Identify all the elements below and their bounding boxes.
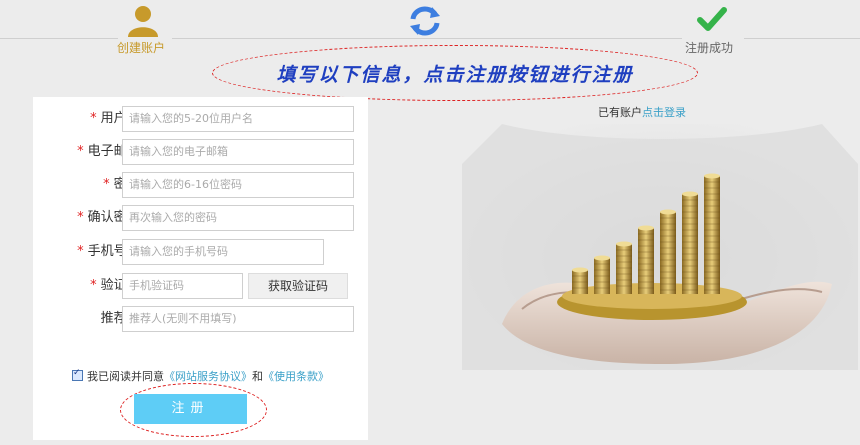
email-row: * 电子邮箱: 请输入您的电子邮箱 [33,139,368,165]
confirm-password-input[interactable]: 再次输入您的密码 [122,205,354,231]
required-mark: * [90,111,97,126]
refresh-icon [408,5,442,41]
progress-line [744,38,860,39]
user-icon [125,4,161,42]
agree-and-text: 和 [252,370,263,383]
confirm-password-row: * 确认密码: 再次输入您的密码 [33,205,368,231]
email-input[interactable]: 请输入您的电子邮箱 [122,139,354,165]
instruction-text: 填写以下信息，点击注册按钮进行注册 [276,64,634,86]
password-row: *密码: 请输入您的6-16位密码 [33,172,368,198]
captcha-row: *验证码: 手机验证码 获取验证码 [33,273,368,299]
username-input[interactable]: 请输入您的5-20位用户名 [122,106,354,132]
referrer-input[interactable]: 推荐人(无则不用填写) [122,306,354,332]
required-mark: * [77,144,84,159]
agree-checkbox[interactable] [72,368,83,381]
terms-link[interactable]: 《使用条款》 [263,370,329,383]
phone-row: * 手机号码: 请输入您的手机号码 [33,239,368,265]
phone-input[interactable]: 请输入您的手机号码 [122,239,324,265]
instruction-banner: 填写以下信息，点击注册按钮进行注册 [212,45,698,101]
agree-text: 我已阅读并同意 [87,370,164,383]
progress-line [0,38,118,39]
service-agreement-link[interactable]: 《网站服务协议》 [164,370,252,383]
referrer-row: 推荐人: 推荐人(无则不用填写) [33,306,368,332]
step-label-create-account: 创建账户 [117,41,166,55]
required-mark: * [77,210,84,225]
login-prompt: 已有账户点击登录 [598,104,686,120]
required-mark: * [77,244,84,259]
login-prompt-text: 已有账户 [598,106,642,119]
captcha-input[interactable]: 手机验证码 [122,273,243,299]
registration-form: *用户名: 请输入您的5-20位用户名 *电子邮箱: 请输入您的电子邮箱 *密码… [33,97,368,440]
check-icon [697,6,727,38]
username-row: *用户名: 请输入您的5-20位用户名 [33,106,368,132]
hands-coins-illustration [462,124,858,370]
login-link[interactable]: 点击登录 [642,106,686,119]
get-captcha-button[interactable]: 获取验证码 [248,273,348,299]
required-mark: * [103,177,110,192]
register-button[interactable]: 注册 [134,394,247,424]
password-input[interactable]: 请输入您的6-16位密码 [122,172,354,198]
step-label-success: 注册成功 [685,41,734,55]
agreement: 我已阅读并同意《网站服务协议》和《使用条款》 [72,368,329,384]
required-mark: * [90,278,97,293]
